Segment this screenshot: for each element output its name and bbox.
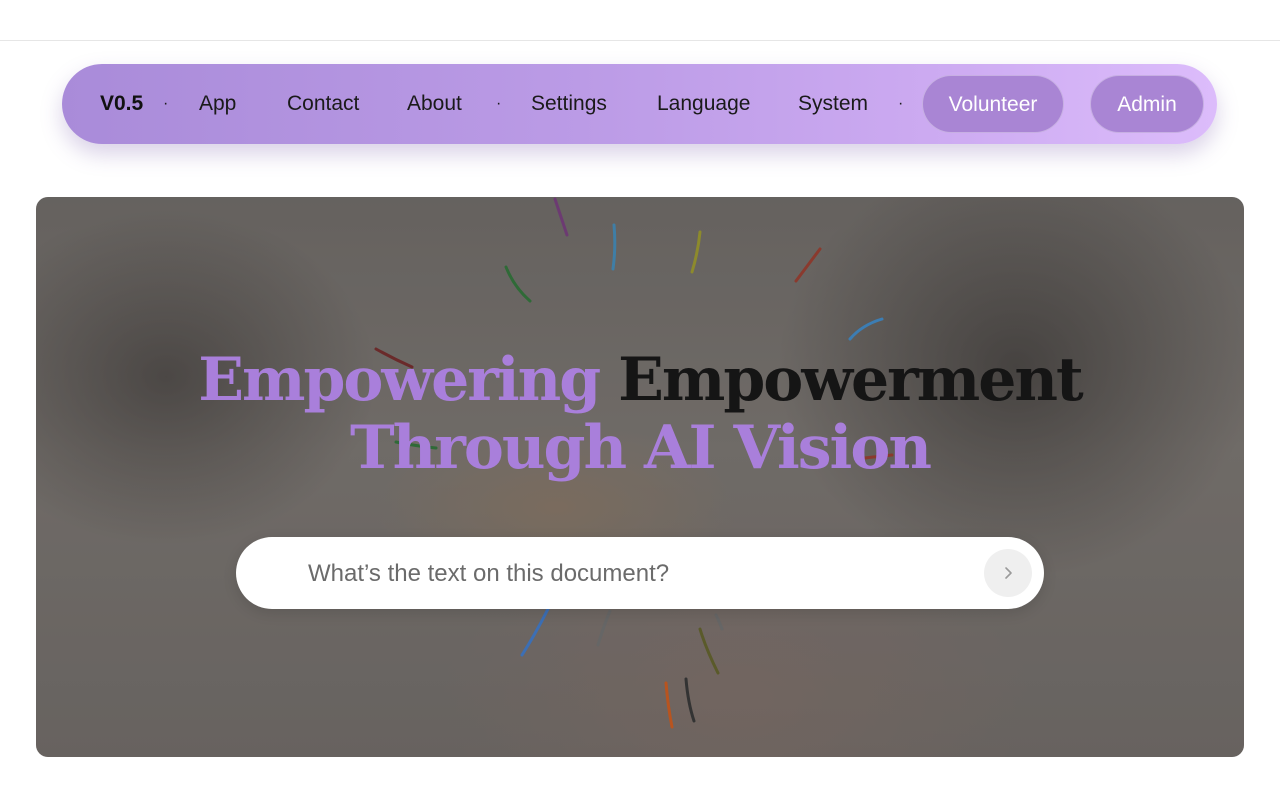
search-bar xyxy=(236,537,1044,611)
nav-link-language[interactable]: Language xyxy=(657,64,750,144)
nav-link-about[interactable]: About xyxy=(407,64,462,144)
volunteer-button[interactable]: Volunteer xyxy=(922,75,1064,133)
nav-link-contact[interactable]: Contact xyxy=(287,64,359,144)
version-badge: V0.5 xyxy=(100,92,144,115)
search-submit-button[interactable] xyxy=(984,549,1032,597)
nav-link-app[interactable]: App xyxy=(199,64,236,144)
nav-separator: · xyxy=(163,95,169,112)
nav-separator: · xyxy=(898,95,904,112)
search-input[interactable] xyxy=(306,537,950,611)
hero-headline-line-1: Empowering Empowerment xyxy=(36,345,1244,415)
chevron-right-icon xyxy=(1005,567,1012,579)
hero-banner: Empowering Empowerment Through AI Vision xyxy=(36,197,1244,757)
hero-headline-line-2: Through AI Vision xyxy=(349,413,932,483)
headline-dark-word: Empowerment xyxy=(618,345,1084,415)
admin-button[interactable]: Admin xyxy=(1090,75,1204,133)
top-navigation-bar: V0.5 · App Contact About · Settings Lang… xyxy=(62,64,1217,144)
nav-separator: · xyxy=(496,95,502,112)
top-divider xyxy=(0,40,1280,41)
nav-link-system[interactable]: System xyxy=(798,64,868,144)
nav-link-settings[interactable]: Settings xyxy=(531,64,607,144)
headline-accent-word: Empowering xyxy=(198,345,601,415)
